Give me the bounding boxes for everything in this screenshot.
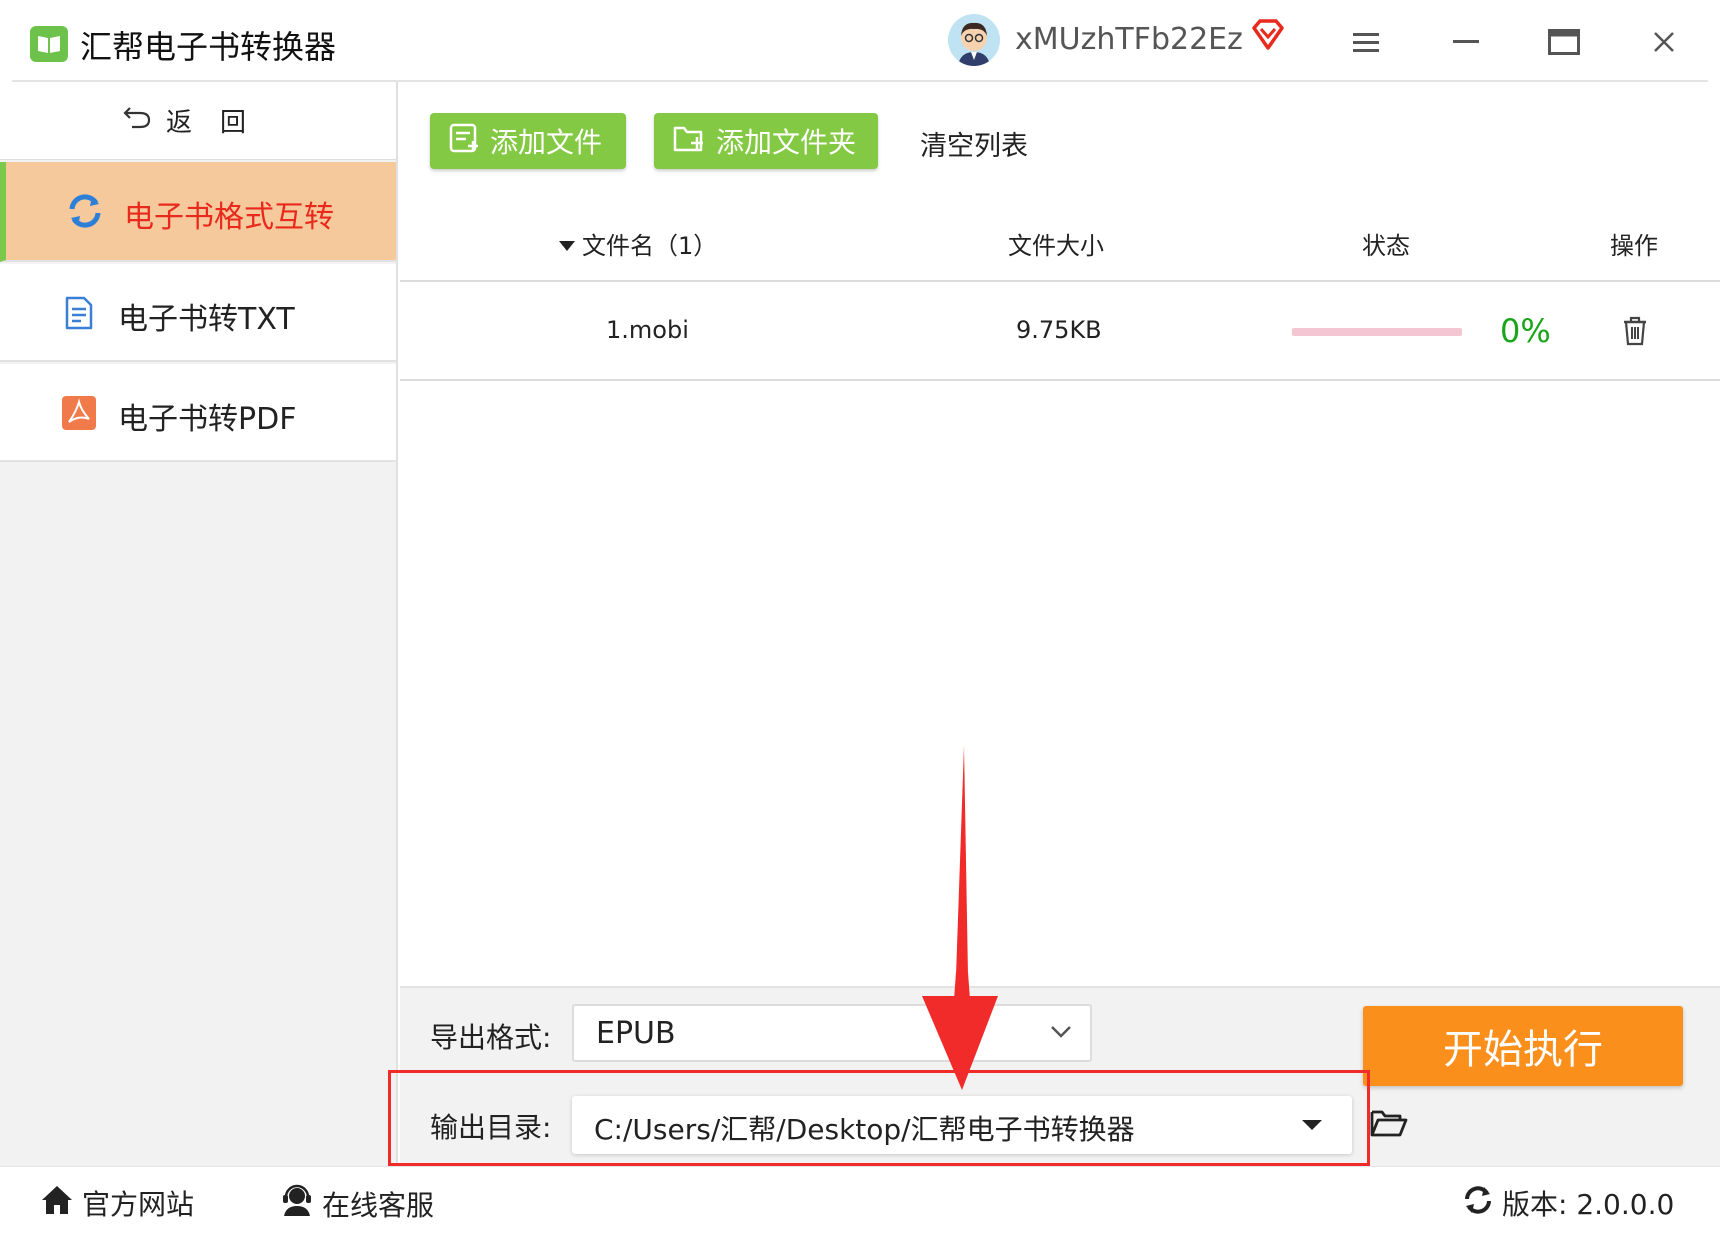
footer: 官方网站 在线客服 版本: 2.0.0.0 <box>0 1166 1720 1234</box>
add-file-icon <box>448 122 480 161</box>
sidebar-item-label: 电子书格式互转 <box>124 200 334 235</box>
username[interactable]: xMUzhTFb22Ez <box>1015 22 1243 57</box>
sidebar-item-label: 电子书转PDF <box>118 402 297 437</box>
maximize-icon[interactable] <box>1534 18 1594 66</box>
version-label: 版本: 2.0.0.0 <box>1502 1188 1675 1221</box>
sidebar: 返回 电子书格式互转 电子书转TXT 电子书转PDF <box>0 82 398 1166</box>
open-folder-icon[interactable] <box>1370 1108 1408 1142</box>
header-divider <box>400 280 1720 282</box>
add-folder-icon <box>672 122 706 161</box>
filename-header[interactable]: 文件名（1） <box>558 226 717 261</box>
trash-icon[interactable] <box>1622 316 1648 350</box>
filename-header-label: 文件名（1） <box>582 232 718 260</box>
menu-icon[interactable] <box>1336 18 1396 66</box>
support-link[interactable]: 在线客服 <box>280 1183 434 1224</box>
add-file-button[interactable]: 添加文件 <box>430 113 626 169</box>
website-link[interactable]: 官方网站 <box>40 1183 194 1223</box>
refresh-icon <box>66 192 104 230</box>
pdf-icon <box>60 394 98 432</box>
file-size-cell: 9.75KB <box>1016 316 1102 344</box>
add-folder-label: 添加文件夹 <box>716 126 857 159</box>
minimize-icon[interactable] <box>1436 18 1496 66</box>
add-file-label: 添加文件 <box>490 126 603 159</box>
format-select[interactable]: EPUB <box>572 1004 1092 1062</box>
clear-list-button[interactable]: 清空列表 <box>920 124 1028 163</box>
start-button[interactable]: 开始执行 <box>1363 1006 1683 1086</box>
sidebar-item-to-txt[interactable]: 电子书转TXT <box>0 264 396 362</box>
sidebar-item-format-convert[interactable]: 电子书格式互转 <box>0 162 396 262</box>
home-icon <box>40 1184 74 1223</box>
annotation-highlight-box <box>388 1070 1370 1166</box>
app-logo-icon <box>30 26 68 62</box>
website-label: 官方网站 <box>82 1188 195 1221</box>
sidebar-item-to-pdf[interactable]: 电子书转PDF <box>0 364 396 462</box>
update-refresh-icon <box>1462 1184 1494 1223</box>
progress-percent: 0% <box>1500 312 1551 350</box>
status-header: 状态 <box>1362 232 1410 260</box>
add-folder-button[interactable]: 添加文件夹 <box>654 113 878 169</box>
annotation-arrow-icon <box>920 746 1000 1094</box>
vip-diamond-icon <box>1250 18 1286 56</box>
version-info[interactable]: 版本: 2.0.0.0 <box>1462 1183 1674 1223</box>
back-button[interactable]: 返回 <box>0 82 396 160</box>
sidebar-item-label: 电子书转TXT <box>118 302 295 337</box>
sort-down-icon <box>558 230 576 258</box>
progress-bar <box>1292 328 1462 336</box>
headset-icon <box>280 1183 314 1224</box>
avatar[interactable] <box>948 14 1000 66</box>
format-value: EPUB <box>596 1016 676 1051</box>
format-label: 导出格式: <box>430 1021 552 1054</box>
file-name-cell: 1.mobi <box>606 316 689 344</box>
chevron-down-icon <box>1050 1024 1072 1043</box>
row-divider <box>400 379 1720 381</box>
back-label: 返回 <box>165 108 274 138</box>
support-label: 在线客服 <box>322 1188 435 1222</box>
title-bar: 汇帮电子书转换器 xMUzhTFb22Ez <box>0 0 1720 82</box>
back-arrow-icon <box>122 104 152 137</box>
size-header: 文件大小 <box>1008 232 1104 260</box>
app-title: 汇帮电子书转换器 <box>80 28 337 66</box>
document-icon <box>60 294 98 332</box>
action-header: 操作 <box>1610 232 1658 260</box>
close-icon[interactable] <box>1634 18 1694 66</box>
